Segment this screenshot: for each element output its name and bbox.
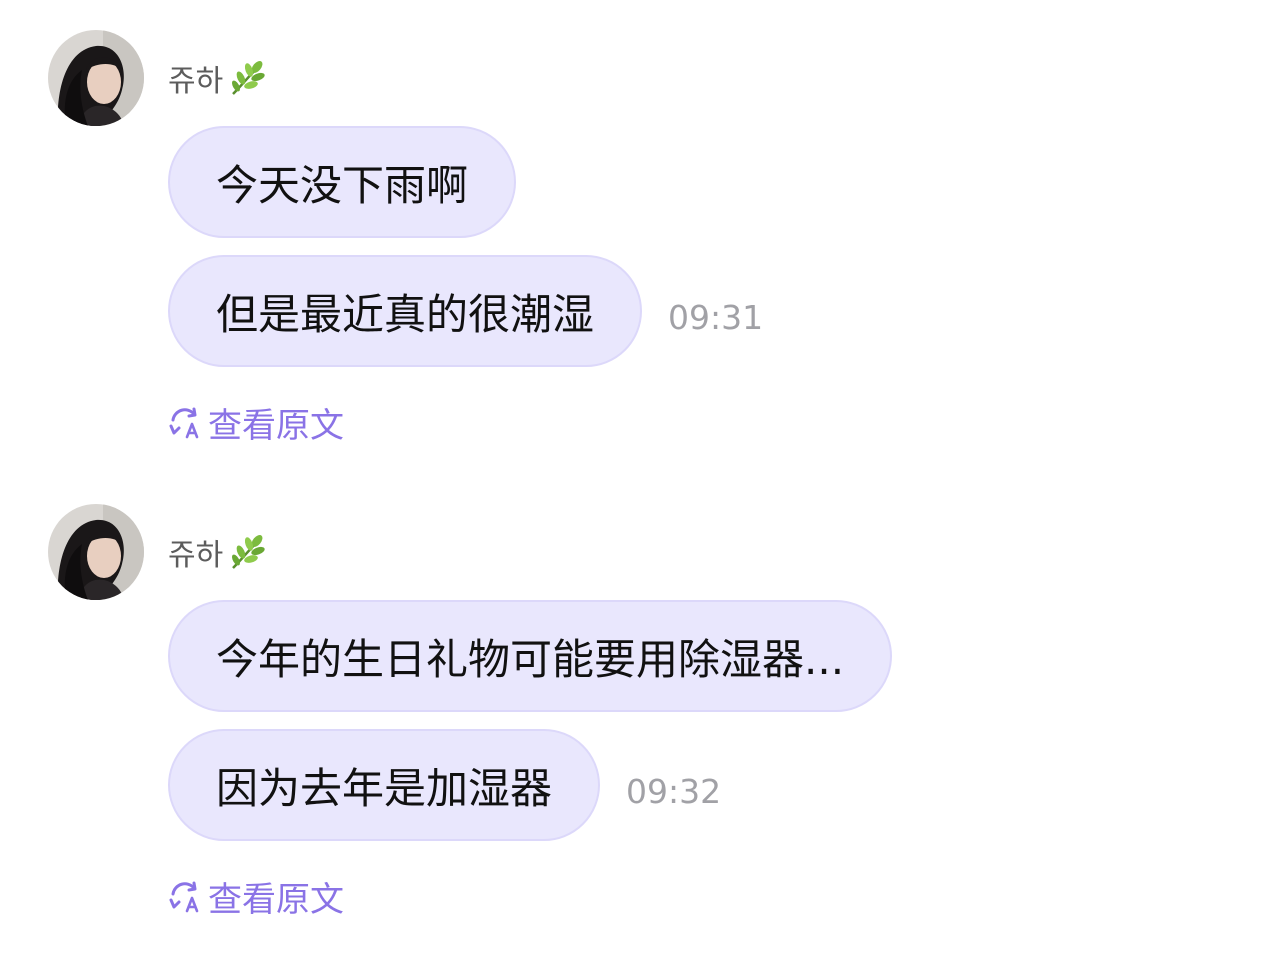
translate-refresh-icon bbox=[168, 880, 202, 914]
message-timestamp: 09:31 bbox=[668, 298, 764, 337]
view-original-label: 查看原文 bbox=[208, 880, 344, 920]
leaf-icon bbox=[227, 532, 267, 572]
message-timestamp: 09:32 bbox=[626, 772, 722, 811]
sender-row: 쥬하 bbox=[168, 532, 267, 573]
message-bubble[interactable]: 因为去年是加湿器 bbox=[168, 729, 601, 841]
sender-name: 쥬하 bbox=[168, 538, 224, 573]
sender-name: 쥬하 bbox=[168, 64, 224, 99]
message-bubble[interactable]: 今年的生日礼物可能要用除湿器... bbox=[168, 600, 893, 712]
view-original-button[interactable]: 查看原文 bbox=[168, 398, 344, 447]
message-row: 今天没下雨啊 bbox=[168, 126, 517, 238]
sender-row: 쥬하 bbox=[168, 58, 267, 99]
message-bubble[interactable]: 今天没下雨啊 bbox=[168, 126, 517, 238]
view-original-button[interactable]: 查看原文 bbox=[168, 872, 344, 921]
leaf-icon bbox=[227, 58, 267, 98]
message-row: 但是最近真的很潮湿 09:31 bbox=[168, 255, 763, 367]
translate-refresh-icon bbox=[168, 406, 202, 440]
message-row: 今年的生日礼物可能要用除湿器... bbox=[168, 600, 893, 712]
avatar[interactable] bbox=[48, 30, 144, 126]
avatar[interactable] bbox=[48, 504, 144, 600]
view-original-label: 查看原文 bbox=[208, 406, 344, 446]
message-bubble[interactable]: 但是最近真的很潮湿 bbox=[168, 255, 643, 367]
message-row: 因为去年是加湿器 09:32 bbox=[168, 729, 721, 841]
